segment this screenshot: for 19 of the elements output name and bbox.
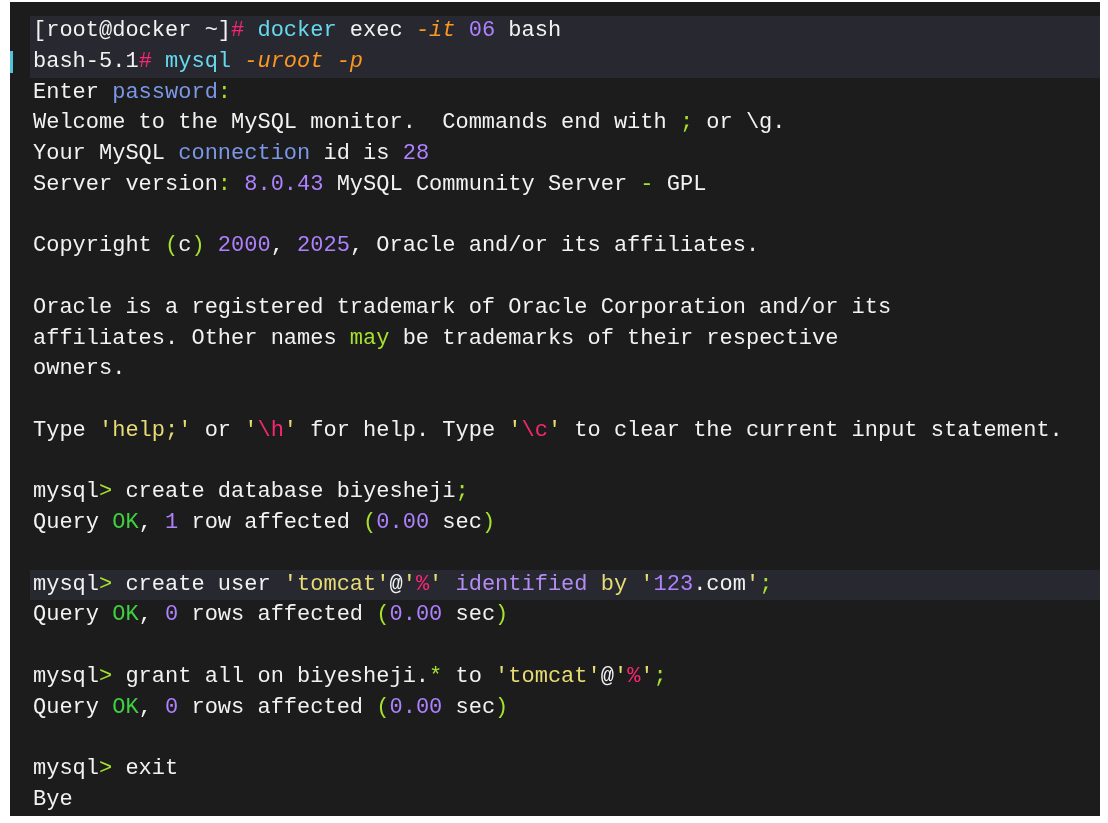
- terminal-line: Oracle is a registered trademark of Oracle Corporation and/or its: [33, 294, 892, 320]
- terminal-line: Query OK, 0 rows affected (0.00 sec): [33, 694, 509, 720]
- terminal-line: mysql> exit: [33, 756, 179, 781]
- terminal-line: Enter password:: [33, 79, 232, 105]
- terminal-line: Bye: [33, 786, 73, 812]
- terminal-line: bash-5.1# mysql -uroot -p: [33, 48, 364, 74]
- terminal-line: Copyright (c) 2000, 2025, Oracle and/or its affiliates.: [33, 233, 760, 259]
- terminal-line: Query OK, 0 rows affected (0.00 sec): [33, 602, 509, 628]
- terminal-line: Query OK, 1 row affected (0.00 sec): [33, 510, 496, 535]
- terminal-line: Server version: 8.0.43 MySQL Community Server - GPL: [33, 171, 707, 197]
- terminal-line: affiliates. Other names may be trademarks of their respective: [33, 325, 839, 351]
- terminal-line: mysql> create database biyesheji;: [33, 479, 469, 505]
- terminal-line: mysql> create user 'tomcat'@'%' identified by '123.com';: [33, 571, 773, 597]
- terminal-line: Welcome to the MySQL monitor. Commands end with ; or \g.: [33, 110, 786, 136]
- terminal-line: Type 'help;' or '\h' for help. Type '\c' to clear the current input statement.: [33, 417, 1063, 443]
- terminal-line: owners.: [33, 356, 126, 382]
- terminal-line: mysql> grant all on biyesheji.* to 'tomcat'@'%';: [33, 663, 667, 689]
- terminal-line: [root@docker ~]# docker exec -it 06 bash: [33, 18, 562, 43]
- terminal-line: Your MySQL connection id is 28: [33, 141, 430, 166]
